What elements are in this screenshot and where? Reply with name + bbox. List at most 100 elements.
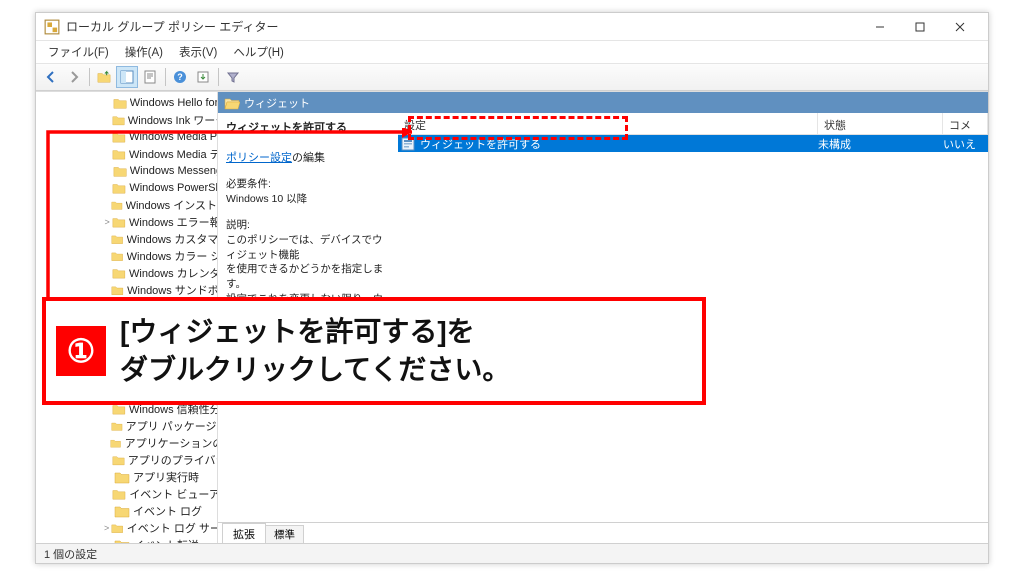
annotation-step-number: ① <box>56 326 106 376</box>
tree-node[interactable]: Windows カラー システ <box>36 247 217 264</box>
tree-expander-icon[interactable] <box>102 437 110 449</box>
tree-expander-icon[interactable] <box>102 454 112 466</box>
menu-view[interactable]: 表示(V) <box>171 42 225 62</box>
tree-node[interactable]: アプリ パッケージの展開 <box>36 417 217 434</box>
tree-expander-icon[interactable] <box>102 199 111 211</box>
tree-node[interactable]: Windows カスタマー エ <box>36 230 217 247</box>
window-title: ローカル グループ ポリシー エディター <box>66 18 860 35</box>
menu-help[interactable]: ヘルプ(H) <box>225 42 291 62</box>
tree-node[interactable]: Windows カレンダー <box>36 264 217 281</box>
nav-forward-button[interactable] <box>63 66 85 88</box>
tree-expander-icon[interactable] <box>102 420 111 432</box>
folder-icon <box>112 487 126 501</box>
tree-node[interactable]: アプリのプライバシー <box>36 451 217 468</box>
folder-icon <box>111 283 124 297</box>
tree-expander-icon[interactable] <box>102 182 112 194</box>
tree-node-label: イベント ビューアー <box>129 486 217 502</box>
tree-expander-icon[interactable] <box>102 165 113 177</box>
tree-node-label: Windows インストーラー <box>126 197 217 213</box>
edit-policy-link[interactable]: ポリシー設定 <box>226 152 292 164</box>
nav-back-button[interactable] <box>40 66 62 88</box>
folder-icon <box>112 181 126 195</box>
tree-node[interactable]: Windows Media Play <box>36 128 217 145</box>
setting-icon <box>400 137 416 151</box>
folder-icon <box>114 504 130 518</box>
setting-comment: いいえ <box>943 136 988 152</box>
tree-expander-icon[interactable] <box>102 488 112 500</box>
tree-node-label: Windows カラー システ <box>127 248 217 264</box>
show-tree-button[interactable] <box>116 66 138 88</box>
folder-icon <box>112 453 125 467</box>
tree-expander-icon[interactable] <box>102 148 112 160</box>
tree-expander-icon[interactable]: > <box>102 522 111 534</box>
col-state[interactable]: 状態 <box>818 113 943 134</box>
tree-node-label: アプリ実行時 <box>133 469 199 485</box>
tree-expander-icon[interactable] <box>102 267 112 279</box>
help-button[interactable]: ? <box>169 66 191 88</box>
edit-policy-suffix: の編集 <box>292 152 325 164</box>
tree-node[interactable]: Windows Ink ワークス <box>36 111 217 128</box>
tree-expander-icon[interactable] <box>102 250 111 262</box>
tree-node-label: アプリケーションの互換性 <box>125 435 217 451</box>
nav-up-button[interactable] <box>93 66 115 88</box>
export-button[interactable] <box>192 66 214 88</box>
tree-node[interactable]: アプリケーションの互換性 <box>36 434 217 451</box>
tree-expander-icon[interactable] <box>102 471 114 483</box>
col-setting[interactable]: 設定 <box>398 113 818 134</box>
tab-extended[interactable]: 拡張 <box>222 523 266 543</box>
menu-action[interactable]: 操作(A) <box>117 42 171 62</box>
titlebar[interactable]: ローカル グループ ポリシー エディター <box>36 13 988 41</box>
tree-node[interactable]: イベント ビューアー <box>36 485 217 502</box>
menu-file[interactable]: ファイル(F) <box>40 42 117 62</box>
tree-node[interactable]: Windows Messenge <box>36 162 217 179</box>
tab-standard[interactable]: 標準 <box>265 525 304 543</box>
tree-expander-icon[interactable] <box>102 131 112 143</box>
folder-icon <box>113 96 127 110</box>
tree-node-label: イベント ログ <box>133 503 202 519</box>
tree-node-label: Windows サンドボック <box>127 282 217 298</box>
menubar: ファイル(F) 操作(A) 表示(V) ヘルプ(H) <box>36 41 988 63</box>
column-headers[interactable]: 設定 状態 コメント <box>398 113 988 135</box>
close-button[interactable] <box>940 15 980 39</box>
tree-node[interactable]: Windows PowerShel <box>36 179 217 196</box>
folder-icon <box>112 147 126 161</box>
folder-icon <box>112 215 126 229</box>
tree-expander-icon[interactable]: > <box>102 216 112 228</box>
properties-button[interactable] <box>139 66 161 88</box>
tree-expander-icon[interactable] <box>102 505 114 517</box>
tree-expander-icon[interactable] <box>102 284 111 296</box>
tree-node[interactable]: Windows Media デジ <box>36 145 217 162</box>
details-header-title: ウィジェット <box>244 95 310 111</box>
tree-node[interactable]: Windows Hello for B <box>36 94 217 111</box>
tree-expander-icon[interactable] <box>102 114 112 126</box>
tree-node[interactable]: Windows インストーラー <box>36 196 217 213</box>
svg-text:?: ? <box>177 72 183 82</box>
folder-icon <box>111 249 123 263</box>
tree-node-label: Windows エラー報告 <box>129 214 217 230</box>
tree-expander-icon[interactable] <box>102 97 113 109</box>
tree-node[interactable]: > イベント ログ サービス <box>36 519 217 536</box>
requirements-text: Windows 10 以降 <box>226 192 388 207</box>
tree-node-label: Windows Media デジ <box>129 146 217 162</box>
tree-node[interactable]: イベント転送 <box>36 536 217 543</box>
folder-icon <box>111 198 123 212</box>
folder-icon <box>112 113 125 127</box>
maximize-button[interactable] <box>900 15 940 39</box>
col-comment[interactable]: コメント <box>943 113 988 134</box>
requirements-label: 必要条件: <box>226 177 388 192</box>
tree-node[interactable]: アプリ実行時 <box>36 468 217 485</box>
tree-node[interactable]: Windows サンドボック <box>36 281 217 298</box>
minimize-button[interactable] <box>860 15 900 39</box>
setting-name: ウィジェットを許可する <box>420 136 818 152</box>
annotation-callout: ① [ウィジェットを許可する]を ダブルクリックしてください。 <box>42 297 706 405</box>
folder-icon <box>112 130 126 144</box>
tree-node-label: イベント ログ サービス <box>127 520 217 536</box>
tree-expander-icon[interactable] <box>102 233 111 245</box>
folder-open-icon <box>224 96 240 110</box>
folder-icon <box>112 266 126 280</box>
tree-node[interactable]: イベント ログ <box>36 502 217 519</box>
filter-button[interactable] <box>222 66 244 88</box>
tree-node[interactable]: > Windows エラー報告 <box>36 213 217 230</box>
setting-row-allow-widgets[interactable]: ウィジェットを許可する 未構成 いいえ <box>398 135 988 152</box>
tree-node-label: Windows PowerShel <box>129 182 217 194</box>
